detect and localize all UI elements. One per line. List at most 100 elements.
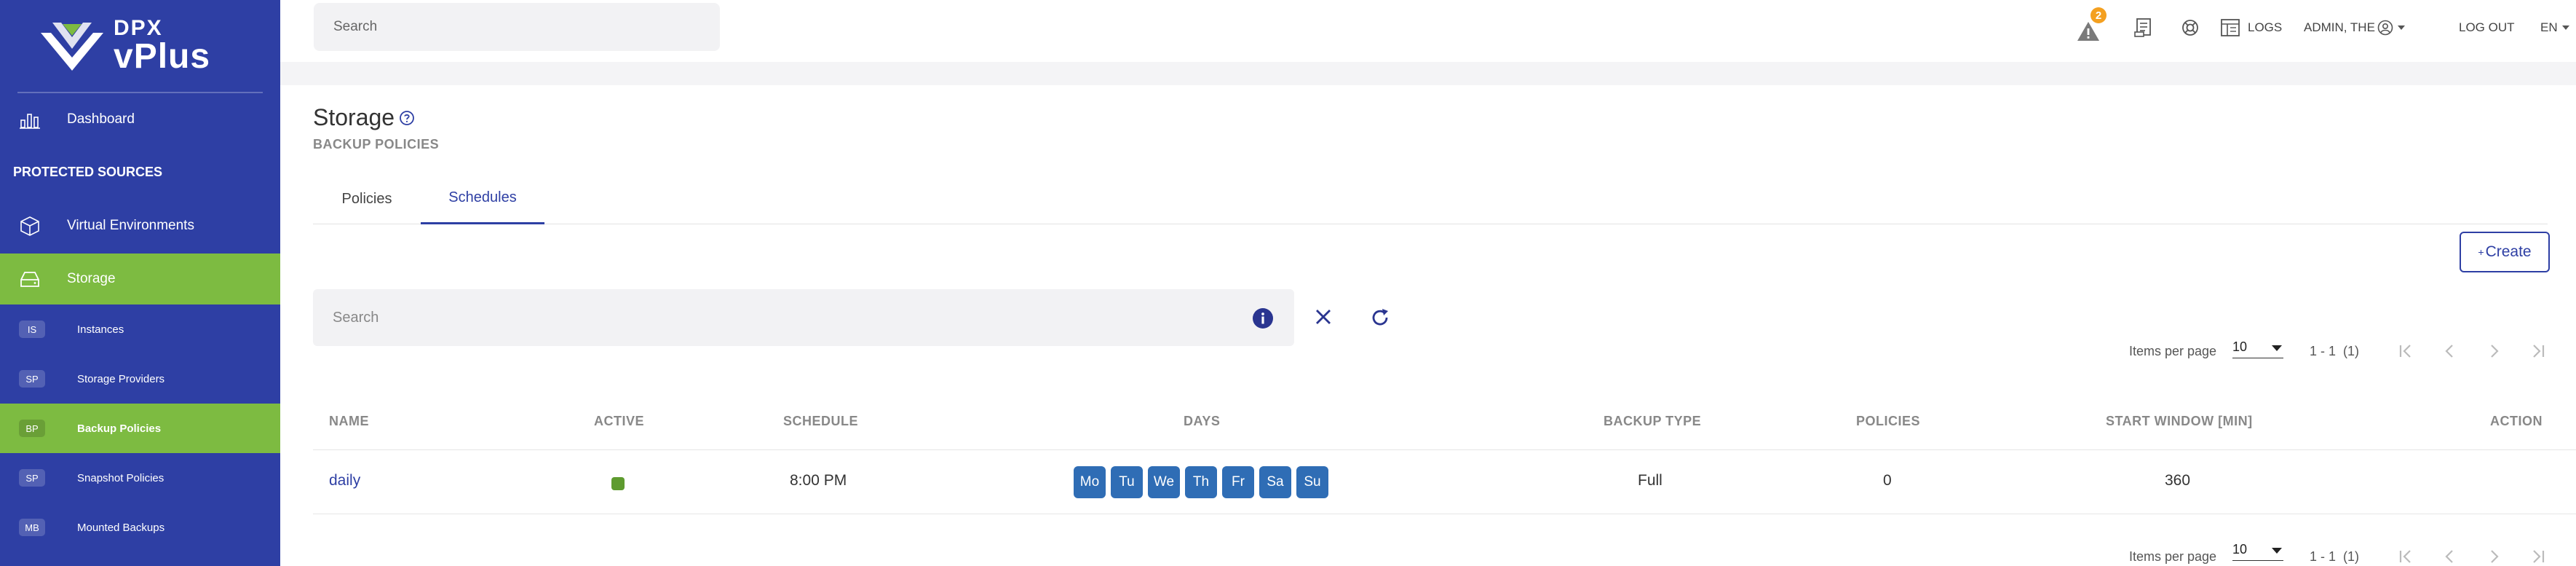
chevron-down-icon: [2561, 25, 2569, 30]
close-icon[interactable]: [1313, 307, 1333, 327]
day-chip-th: Th: [1185, 466, 1217, 498]
sidebar-item-instances-label: Instances: [77, 323, 124, 336]
lifebuoy-icon: [2182, 20, 2198, 36]
schedule-search-input[interactable]: Search: [313, 289, 1294, 346]
sidebar-item-mounted-backups[interactable]: MB Mounted Backups: [0, 503, 280, 552]
sidebar: DPX vPlus Dashboard PROTECTED SOURCES Vi…: [0, 0, 280, 566]
logs-button[interactable]: LOGS: [2220, 0, 2282, 55]
page-range: 1 - 1 (1): [2310, 542, 2359, 566]
previous-page-icon[interactable]: [2439, 546, 2461, 566]
last-page-icon[interactable]: [2527, 546, 2548, 566]
notifications-button[interactable]: 2: [2076, 0, 2107, 55]
sidebar-item-virtual-environments[interactable]: Virtual Environments: [0, 204, 280, 248]
column-header-start-window[interactable]: START WINDOW [MIN]: [2106, 414, 2253, 429]
sidebar-item-backup-policies-label: Backup Policies: [77, 422, 162, 435]
chevron-down-icon: [2272, 548, 2282, 554]
policies-count: 0: [1883, 472, 1892, 489]
schedule-time: 8:00 PM: [790, 472, 847, 489]
page-range-value: 1 - 1: [2310, 549, 2337, 564]
hard-drive-icon: [20, 272, 39, 287]
sidebar-item-storage[interactable]: Storage: [0, 253, 280, 304]
logo-dpx: DPX: [114, 16, 163, 40]
page-size-select[interactable]: 10: [2232, 542, 2283, 561]
user-avatar-icon: [2377, 20, 2393, 36]
tab-policies[interactable]: Policies: [313, 173, 421, 224]
schedule-name-link[interactable]: daily: [329, 472, 360, 490]
sidebar-item-instances[interactable]: IS Instances: [0, 304, 280, 354]
badge-snapshot-policies: SP: [19, 469, 45, 487]
sidebar-item-storage-providers-label: Storage Providers: [77, 372, 165, 385]
sidebar-item-storage-providers[interactable]: SP Storage Providers: [0, 354, 280, 404]
tab-bar: Policies Schedules: [313, 173, 2548, 224]
table-divider: [313, 449, 2576, 450]
day-chip-su: Su: [1296, 466, 1328, 498]
column-header-policies[interactable]: POLICIES: [1856, 414, 1920, 429]
refresh-icon[interactable]: [1369, 307, 1391, 329]
cube-icon: [20, 216, 39, 236]
paginator-bottom: Items per page 10 1 - 1 (1): [2129, 542, 2545, 566]
tasks-button[interactable]: [2134, 0, 2160, 55]
column-header-days: DAYS: [1184, 414, 1221, 428]
sidebar-item-snapshot-policies[interactable]: SP Snapshot Policies: [0, 453, 280, 503]
sidebar-item-mounted-backups-label: Mounted Backups: [77, 521, 165, 534]
page-size-value: 10: [2232, 339, 2248, 354]
page-size-select[interactable]: 10: [2232, 339, 2283, 358]
first-page-icon[interactable]: [2395, 546, 2417, 566]
sidebar-item-storage-label: Storage: [67, 271, 116, 286]
global-search-placeholder: Search: [333, 19, 378, 34]
first-page-icon[interactable]: [2395, 341, 2417, 361]
column-header-schedule[interactable]: SCHEDULE: [783, 414, 858, 429]
logo[interactable]: DPX vPlus: [17, 0, 263, 93]
language-label: EN: [2540, 20, 2558, 34]
create-button[interactable]: + Create: [2460, 232, 2550, 272]
items-per-page-label: Items per page: [2129, 343, 2217, 358]
day-chip-mo: Mo: [1074, 466, 1106, 498]
backup-type-value: Full: [1638, 472, 1662, 489]
help-icon[interactable]: [399, 110, 415, 126]
start-window-value: 360: [2165, 472, 2191, 489]
items-per-page-label: Items per page: [2129, 549, 2217, 564]
day-chip-sa: Sa: [1259, 466, 1291, 498]
badge-mounted-backups: MB: [19, 519, 45, 536]
user-name: ADMIN, THE: [2304, 20, 2375, 34]
logs-label: LOGS: [2248, 20, 2283, 34]
info-icon[interactable]: [1252, 307, 1274, 329]
logo-mark-icon: [41, 23, 103, 71]
next-page-icon[interactable]: [2483, 341, 2505, 361]
support-button[interactable]: [2181, 0, 2207, 55]
sidebar-item-dashboard[interactable]: Dashboard: [0, 101, 280, 138]
sidebar-item-snapshot-policies-label: Snapshot Policies: [77, 471, 165, 484]
column-header-active[interactable]: ACTIVE: [594, 414, 644, 429]
column-header-name[interactable]: NAME: [329, 414, 369, 429]
sidebar-item-virtual-environments-label: Virtual Environments: [67, 218, 194, 233]
day-chip-we: We: [1148, 466, 1180, 498]
active-status-indicator: [611, 477, 625, 490]
schedule-search-placeholder: Search: [333, 309, 379, 326]
notification-count-badge: 2: [2090, 7, 2107, 23]
user-menu[interactable]: ADMIN, THE: [2304, 0, 2405, 55]
previous-page-icon[interactable]: [2439, 341, 2461, 361]
tab-schedules[interactable]: Schedules: [421, 173, 544, 224]
create-label: Create: [2485, 243, 2532, 260]
page-total-value: (1): [2343, 549, 2360, 564]
section-protected-sources: PROTECTED SOURCES: [13, 165, 163, 179]
warning-icon: [2077, 22, 2099, 41]
logs-icon: [2221, 19, 2240, 36]
column-header-action: ACTION: [2490, 414, 2543, 428]
page-size-value: 10: [2232, 542, 2248, 557]
page-range-value: 1 - 1: [2310, 343, 2337, 358]
sidebar-item-dashboard-label: Dashboard: [67, 111, 135, 127]
column-header-backup-type[interactable]: BACKUP TYPE: [1604, 414, 1701, 429]
sidebar-item-backup-policies[interactable]: BP Backup Policies: [0, 404, 280, 453]
next-page-icon[interactable]: [2483, 546, 2505, 566]
language-select[interactable]: EN: [2540, 0, 2569, 55]
global-search-input[interactable]: Search: [314, 3, 720, 51]
badge-instances: IS: [19, 321, 45, 338]
last-page-icon[interactable]: [2527, 341, 2548, 361]
bar-chart-icon: [20, 114, 40, 129]
plus-icon: +: [2478, 246, 2484, 258]
logout-button[interactable]: LOG OUT: [2459, 0, 2515, 55]
page-title: Storage: [313, 104, 395, 130]
chevron-down-icon: [2397, 25, 2405, 30]
page-subtitle: BACKUP POLICIES: [313, 137, 440, 152]
